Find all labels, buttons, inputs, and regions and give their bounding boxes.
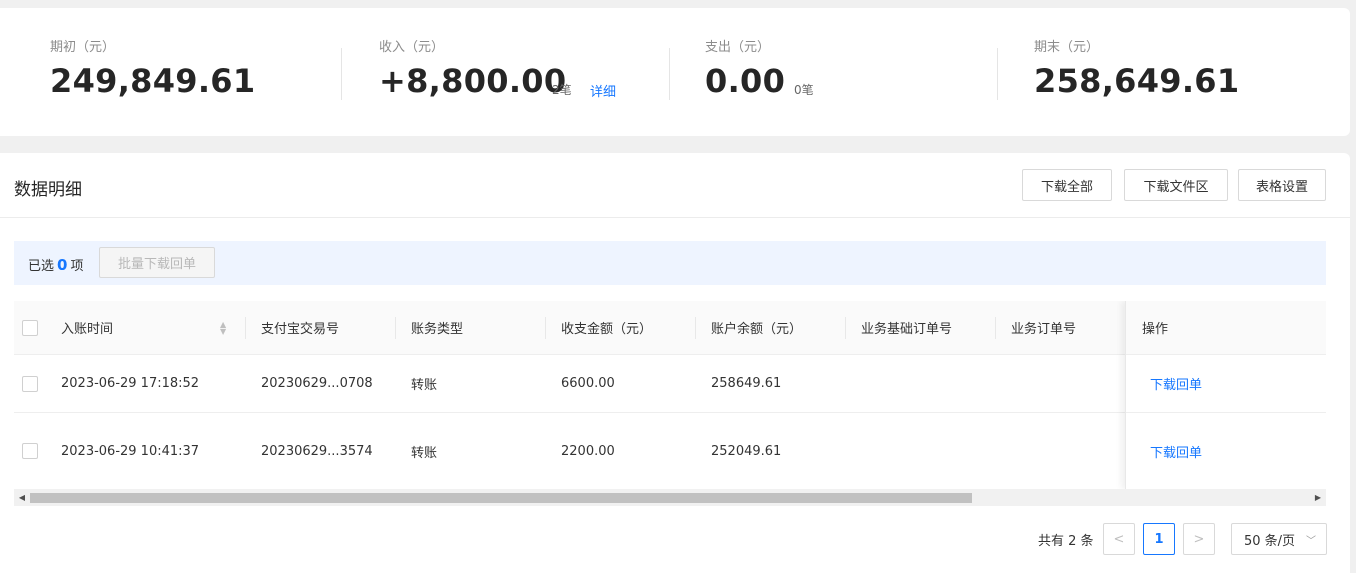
action-cell: 下载回单 [1126,355,1326,413]
header-balance: 账户余额（元） [711,322,803,337]
page-1-button[interactable]: 1 [1143,523,1175,555]
selection-bar: 已选 0 项 批量下载回单 [14,241,1326,285]
cell-trade-no: 20230629...0708 [261,376,373,391]
action-column: 操作 下载回单 下载回单 [1125,301,1326,489]
header-action: 操作 [1142,322,1169,337]
selection-count: 0 [57,256,68,274]
panel-title: 数据明细 [14,180,82,200]
column-separator [545,317,546,339]
pagination-total: 共有 2 条 [1038,534,1094,549]
scroll-left-icon[interactable]: ◀ [14,489,30,506]
income-detail-link[interactable]: 详细 [590,81,616,100]
table-settings-button[interactable]: 表格设置 [1238,169,1326,201]
cell-time: 2023-06-29 10:41:37 [61,443,200,459]
header-amount: 收支金额（元） [561,322,653,337]
stat-income-label: 收入（元） [379,40,445,55]
download-receipt-link[interactable]: 下载回单 [1150,355,1202,412]
batch-download-button[interactable]: 批量下载回单 [99,247,215,278]
cell-amount: 2200.00 [561,443,615,459]
cell-trade-no: 20230629...3574 [261,443,373,459]
action-cell: 下载回单 [1126,413,1326,489]
page-size-select[interactable]: 50 条/页 ﹀ [1231,523,1327,555]
stat-opening-label: 期初（元） [50,40,116,55]
header-time[interactable]: 入账时间 [61,301,113,354]
horizontal-scrollbar[interactable]: ◀ ▶ [14,489,1326,506]
stat-expense-value: 0.00 [705,62,786,100]
scroll-right-icon[interactable]: ▶ [1310,489,1326,506]
select-all-checkbox[interactable] [22,301,38,354]
stat-closing-label: 期末（元） [1034,40,1100,55]
summary-card: 期初（元） 249,849.61 收入（元） +8,800.00 2笔 详细 支… [0,8,1350,136]
header-order: 业务订单号 [1011,322,1077,337]
column-separator [995,317,996,339]
selection-text: 已选 0 项 [28,255,83,274]
header-type: 账务类型 [411,322,464,337]
cell-time: 2023-06-29 17:18:52 [61,376,200,391]
download-receipt-link[interactable]: 下载回单 [1150,413,1202,489]
stat-expense-count: 0笔 [794,83,814,97]
stat-opening-value: 249,849.61 [50,62,256,100]
download-files-button[interactable]: 下载文件区 [1124,169,1228,201]
header-base-order: 业务基础订单号 [861,322,953,337]
download-all-button[interactable]: 下载全部 [1022,169,1112,201]
column-separator [845,317,846,339]
chevron-down-icon: ﹀ [1306,536,1316,547]
sort-icon[interactable]: ▲ ▼ [220,321,226,336]
cell-amount: 6600.00 [561,376,615,391]
row-checkbox[interactable] [22,355,38,412]
data-detail-panel: 数据明细 下载全部 下载文件区 表格设置 已选 0 项 批量下载回单 入账时间 ▲ ▼… [0,153,1350,573]
divider [341,48,342,100]
transactions-table: 入账时间 ▲ ▼ 支付宝交易号 账务类型 收支金额（元） 账户余额（元） 业务基础… [14,301,1326,489]
column-separator [695,317,696,339]
stat-income-count: 2笔 [552,83,572,97]
column-separator [395,317,396,339]
cell-type: 转账 [411,378,438,393]
divider [669,48,670,100]
scroll-thumb[interactable] [30,493,972,503]
header-trade-no: 支付宝交易号 [261,322,340,337]
header-action-cell: 操作 [1126,301,1326,355]
stat-expense-label: 支出（元） [705,40,771,55]
prev-page-button[interactable]: < [1103,523,1135,555]
cell-balance: 252049.61 [711,443,782,459]
column-separator [245,317,246,339]
next-page-button[interactable]: > [1183,523,1215,555]
cell-balance: 258649.61 [711,376,782,391]
stat-income-value: +8,800.00 [379,62,567,100]
divider [0,217,1350,218]
row-checkbox[interactable] [22,413,38,489]
divider [997,48,998,100]
selection-suffix: 项 [70,259,84,274]
page-size-value: 50 条/页 [1244,533,1296,549]
selection-prefix: 已选 [28,259,55,274]
stat-closing-value: 258,649.61 [1034,62,1240,100]
cell-type: 转账 [411,445,438,461]
